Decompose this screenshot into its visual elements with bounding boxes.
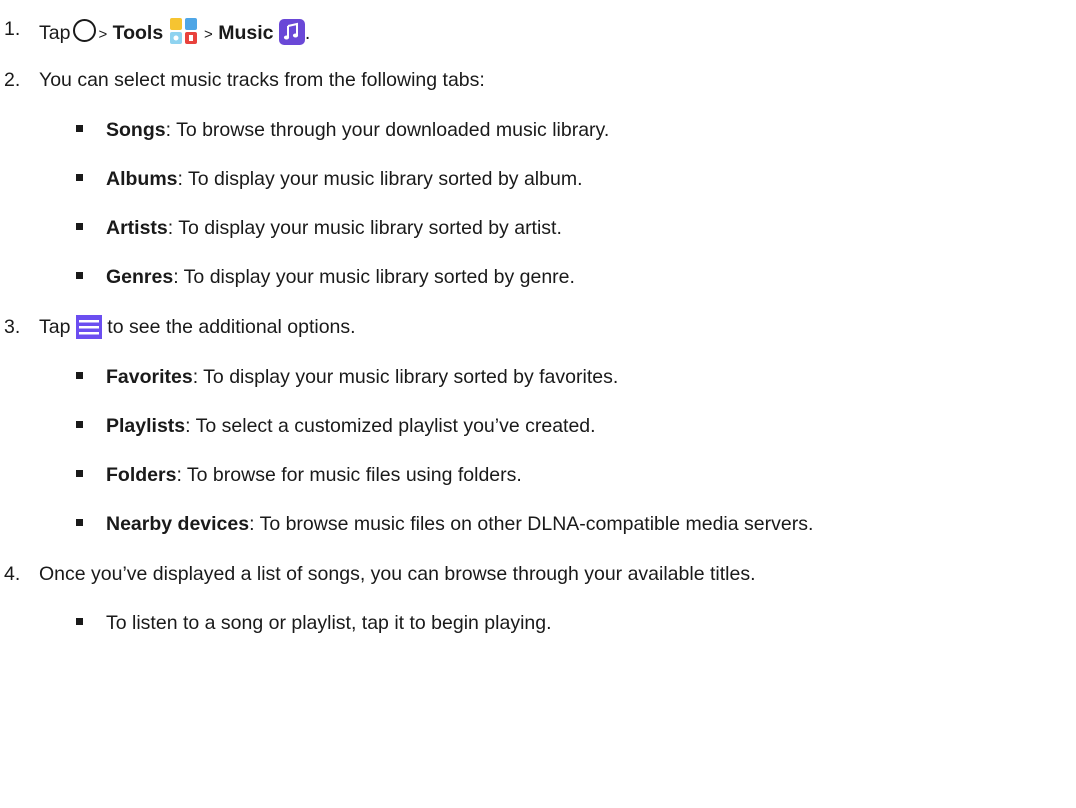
bullet-icon bbox=[76, 470, 83, 477]
bullet-icon bbox=[76, 618, 83, 625]
item-label: Albums bbox=[106, 168, 178, 190]
arrow-separator: > bbox=[98, 26, 108, 43]
bullet-icon bbox=[76, 223, 83, 230]
bullet-icon bbox=[76, 272, 83, 279]
step-number: 2. bbox=[4, 69, 21, 91]
step-number: 1. bbox=[4, 18, 21, 40]
tools-label: Tools bbox=[112, 22, 164, 44]
item-text: : To browse music files on other DLNA-co… bbox=[249, 513, 814, 535]
item-label: Favorites bbox=[106, 366, 193, 388]
item-label: Playlists bbox=[106, 415, 186, 437]
item-text: : To select a customized playlist you’ve… bbox=[185, 415, 596, 437]
step-text: Once you’ve displayed a list of songs, y… bbox=[39, 563, 756, 585]
tap-label: Tap bbox=[39, 22, 71, 44]
bullet-icon bbox=[76, 421, 83, 428]
step-text: You can select music tracks from the fol… bbox=[39, 69, 485, 91]
item-label: Artists bbox=[106, 217, 168, 239]
bullet-icon bbox=[76, 174, 83, 181]
arrow-separator: > bbox=[204, 26, 213, 43]
bullet-icon bbox=[76, 372, 83, 379]
item-label: Folders bbox=[106, 464, 177, 486]
tap-label: Tap bbox=[39, 316, 71, 338]
item-text: To listen to a song or playlist, tap it … bbox=[106, 612, 552, 634]
tools-app-icon bbox=[169, 17, 199, 51]
item-label: Nearby devices bbox=[106, 513, 250, 535]
music-note-app-icon bbox=[278, 19, 305, 51]
item-text: : To display your music library sorted b… bbox=[167, 217, 562, 239]
step-text: to see the additional options. bbox=[101, 316, 356, 338]
music-label: Music bbox=[218, 22, 274, 44]
end-period: . bbox=[304, 22, 311, 44]
item-label: Songs bbox=[106, 119, 166, 141]
step-1-text: Tap > Tools > Music . bbox=[39, 17, 310, 51]
step-number: 4. bbox=[4, 563, 21, 585]
item-label: Genres bbox=[106, 266, 174, 288]
item-text: : To browse for music files using folder… bbox=[176, 464, 522, 486]
bullet-icon bbox=[76, 519, 83, 526]
home-circle-icon bbox=[73, 19, 97, 42]
item-text: : To display your music library sorted b… bbox=[177, 168, 583, 190]
item-text: : To display your music library sorted b… bbox=[192, 366, 619, 388]
item-text: : To display your music library sorted b… bbox=[173, 266, 575, 288]
menu-hamburger-icon bbox=[75, 315, 102, 345]
bullet-icon bbox=[76, 125, 83, 132]
step-number: 3. bbox=[4, 316, 21, 338]
item-text: : To browse through your downloaded musi… bbox=[165, 119, 610, 141]
